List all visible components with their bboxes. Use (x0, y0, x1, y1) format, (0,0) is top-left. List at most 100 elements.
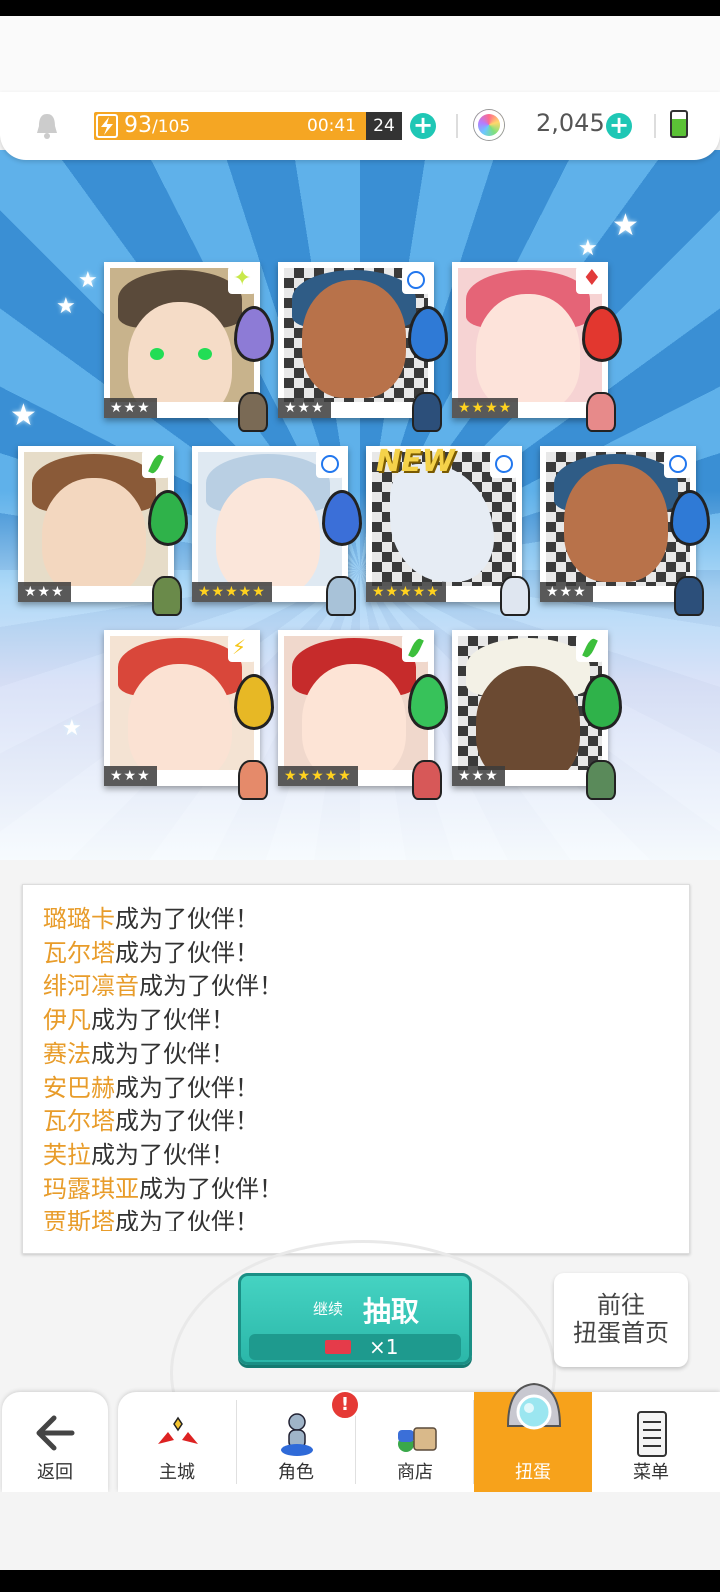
result-log-list: 璐璐卡成为了伙伴！ 瓦尔塔成为了伙伴！ 绯河凛音成为了伙伴！ 伊凡成为了伙伴！ … (23, 885, 689, 1231)
wind-element-icon (402, 634, 430, 662)
stamina-bar: 93/105 00:41 24 (94, 112, 402, 140)
water-element-icon (316, 450, 344, 478)
list-item: 玛露琪亚成为了伙伴！ (43, 1173, 689, 1207)
portrait-face (128, 664, 232, 770)
nav-label: 角色 (278, 1462, 314, 1483)
character-card[interactable]: ★★★ (540, 446, 710, 616)
chibi-sprite-icon (674, 576, 704, 616)
list-item: 伊凡成为了伙伴！ (43, 1004, 689, 1038)
joined-text: 成为了伙伴！ (115, 1107, 259, 1136)
shop-bag-icon (398, 1427, 437, 1452)
draw-cost: ×1 (249, 1334, 461, 1360)
resource-hud: 93/105 00:41 24 + 2,045 + (0, 92, 720, 160)
continue-draw-button[interactable]: 继续 抽取 ×1 (238, 1273, 472, 1365)
character-card[interactable]: ★★★ (104, 630, 274, 800)
character-card[interactable]: ★★★★★ (192, 446, 362, 616)
back-arrow-icon (36, 1415, 75, 1451)
bottom-spacer (0, 1492, 720, 1570)
nav-item-shop[interactable]: 商店 (356, 1392, 474, 1492)
result-log[interactable]: 璐璐卡成为了伙伴！ 瓦尔塔成为了伙伴！ 绯河凛音成为了伙伴！ 伊凡成为了伙伴！ … (22, 884, 690, 1254)
character-name: 绯河凛音 (43, 972, 139, 1001)
back-button[interactable]: 返回 (2, 1392, 108, 1492)
character-card[interactable]: ★★★★★ (278, 630, 448, 800)
menu-list-icon (637, 1411, 667, 1457)
new-badge: NEW (376, 444, 455, 479)
gacha-result-scene: ★ ★ ★ ★ ★ ★ ★★★ ★★★ ★★★★ (0, 150, 720, 860)
joined-text: 成为了伙伴！ (115, 1073, 259, 1102)
stamina-value: 93/105 (124, 113, 190, 138)
list-item: 璐璐卡成为了伙伴！ (43, 903, 689, 937)
character-card[interactable]: ★★★ (18, 446, 188, 616)
joined-text: 成为了伙伴！ (115, 1208, 259, 1231)
list-item: 瓦尔塔成为了伙伴！ (43, 937, 689, 971)
chibi-sprite-icon (238, 392, 268, 432)
notification-badge: ! (330, 1390, 360, 1420)
joined-text: 成为了伙伴！ (91, 1140, 235, 1169)
rarity-stars: ★★★★★ (366, 582, 446, 602)
sparkle-star-icon: ★ (578, 236, 598, 261)
joined-text: 成为了伙伴！ (91, 1006, 235, 1035)
bottom-navigation: 返回 主城 角色 商店 扭蛋 菜单 ! (0, 1382, 720, 1492)
sparkle-star-icon: ★ (10, 398, 37, 433)
character-name: 芙拉 (43, 1140, 91, 1169)
portrait-face (216, 478, 320, 586)
sparkle-star-icon: ★ (62, 716, 82, 741)
chibi-sprite-icon (412, 392, 442, 432)
rarity-stars: ★★★★★ (192, 582, 272, 602)
back-label: 返回 (37, 1462, 73, 1483)
town-icon (158, 1416, 198, 1444)
go-home-line1: 前往 (597, 1291, 645, 1319)
character-card[interactable]: ★★★ (104, 262, 274, 432)
joined-text: 成为了伙伴！ (139, 972, 283, 1001)
sparkle-star-icon: ★ (78, 268, 98, 293)
draw-label: 抽取 (363, 1295, 420, 1328)
character-name: 瓦尔塔 (43, 938, 115, 967)
nav-item-gacha[interactable]: 扭蛋 (474, 1382, 592, 1492)
nav-label: 商店 (397, 1462, 433, 1483)
character-card[interactable]: NEW ★★★★★ (366, 444, 530, 616)
nav-item-town[interactable]: 主城 (118, 1392, 236, 1492)
chibi-sprite-icon (152, 576, 182, 616)
list-item: 芙拉成为了伙伴！ (43, 1139, 689, 1173)
sparkle-star-icon: ★ (612, 208, 639, 243)
character-name: 瓦尔塔 (43, 1107, 115, 1136)
character-name: 玛露琪亚 (43, 1174, 139, 1203)
chibi-sprite-icon (326, 576, 356, 616)
list-item: 安巴赫成为了伙伴！ (43, 1072, 689, 1106)
water-element-icon (490, 450, 518, 478)
nav-label: 主城 (159, 1462, 195, 1483)
chibi-sprite-icon (586, 760, 616, 800)
character-card[interactable]: ★★★ (452, 630, 622, 800)
go-to-gacha-home-button[interactable]: 前往 扭蛋首页 (554, 1273, 688, 1367)
portrait-face (302, 664, 406, 770)
hud-divider (654, 114, 656, 138)
battery-icon (670, 110, 688, 138)
light-element-icon (228, 266, 256, 294)
add-stamina-button[interactable]: + (410, 113, 436, 139)
portrait-face (302, 280, 406, 398)
portrait-face (476, 666, 580, 770)
draw-prefix-label: 继续 (313, 1300, 344, 1318)
character-icon (281, 1413, 313, 1456)
thunder-element-icon (228, 634, 256, 662)
joined-text: 成为了伙伴！ (115, 905, 259, 933)
portrait-eyes (150, 348, 212, 360)
character-name: 伊凡 (43, 1006, 91, 1035)
add-gems-button[interactable]: + (606, 113, 632, 139)
joined-text: 成为了伙伴！ (115, 938, 259, 967)
rarity-stars: ★★★ (540, 582, 593, 602)
character-card[interactable]: ★★★ (278, 262, 448, 432)
chibi-sprite-icon (412, 760, 442, 800)
character-card[interactable]: ★★★★ (452, 262, 622, 432)
bell-icon[interactable] (34, 112, 60, 140)
rarity-stars: ★★★ (452, 766, 505, 786)
chibi-sprite-icon (500, 576, 530, 616)
nav-item-menu[interactable]: 菜单 (592, 1392, 710, 1492)
rarity-stars: ★★★ (104, 766, 157, 786)
chibi-sprite-icon (586, 392, 616, 432)
rarity-stars: ★★★★ (452, 398, 519, 418)
ticket-icon (325, 1340, 351, 1354)
list-item: 瓦尔塔成为了伙伴！ (43, 1105, 689, 1139)
character-name: 赛法 (43, 1039, 91, 1068)
wind-element-icon (576, 634, 604, 662)
